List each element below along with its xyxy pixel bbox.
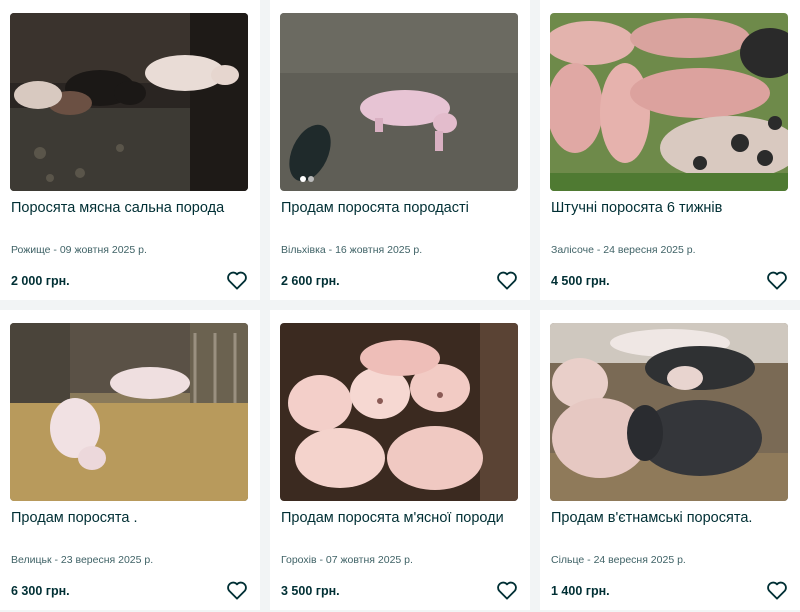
listing-photo[interactable] (550, 13, 788, 191)
listing-price: 4 500 грн. (551, 274, 610, 288)
heart-outline-icon[interactable] (226, 580, 248, 600)
listing-price: 2 000 грн. (11, 274, 70, 288)
listing-card[interactable]: Продам поросята породасті Вільхівка - 16… (270, 0, 530, 300)
listing-title[interactable]: Поросята мясна сальна порода (11, 199, 251, 217)
listing-price: 2 600 грн. (281, 274, 340, 288)
listing-location-date: Вільхівка - 16 жовтня 2025 р. (281, 244, 423, 256)
listing-location-date: Сільце - 24 вересня 2025 р. (551, 554, 686, 566)
heart-outline-icon[interactable] (766, 580, 788, 600)
listing-photo[interactable] (550, 323, 788, 501)
heart-outline-icon[interactable] (496, 580, 518, 600)
listing-card[interactable]: Поросята мясна сальна порода Рожище - 09… (0, 0, 260, 300)
listing-location-date: Рожище - 09 жовтня 2025 р. (11, 244, 147, 256)
listing-location-date: Залісоче - 24 вересня 2025 р. (551, 244, 696, 256)
listing-title[interactable]: Штучні поросята 6 тижнів (551, 199, 791, 217)
listing-card[interactable]: Штучні поросята 6 тижнів Залісоче - 24 в… (540, 0, 800, 300)
listing-title[interactable]: Продам поросята м'ясної породи (281, 509, 521, 527)
listing-price: 6 300 грн. (11, 584, 70, 598)
listing-price: 3 500 грн. (281, 584, 340, 598)
heart-outline-icon[interactable] (766, 270, 788, 290)
listing-photo[interactable] (10, 13, 248, 191)
listing-photo[interactable] (280, 323, 518, 501)
heart-outline-icon[interactable] (226, 270, 248, 290)
listing-location-date: Велицьк - 23 вересня 2025 р. (11, 554, 154, 566)
listing-title[interactable]: Продам поросята . (11, 509, 251, 527)
listing-location-date: Горохів - 07 жовтня 2025 р. (281, 554, 413, 566)
listing-title[interactable]: Продам поросята породасті (281, 199, 521, 217)
listing-photo[interactable] (280, 13, 518, 191)
listing-card[interactable]: Продам в'єтнамські поросята. Сільце - 24… (540, 310, 800, 610)
heart-outline-icon[interactable] (496, 270, 518, 290)
listing-card[interactable]: Продам поросята м'ясної породи Горохів -… (270, 310, 530, 610)
listing-card[interactable]: Продам поросята . Велицьк - 23 вересня 2… (0, 310, 260, 610)
listing-price: 1 400 грн. (551, 584, 610, 598)
listing-photo[interactable] (10, 323, 248, 501)
listing-title[interactable]: Продам в'єтнамські поросята. (551, 509, 791, 527)
listing-grid: Поросята мясна сальна порода Рожище - 09… (0, 0, 800, 612)
